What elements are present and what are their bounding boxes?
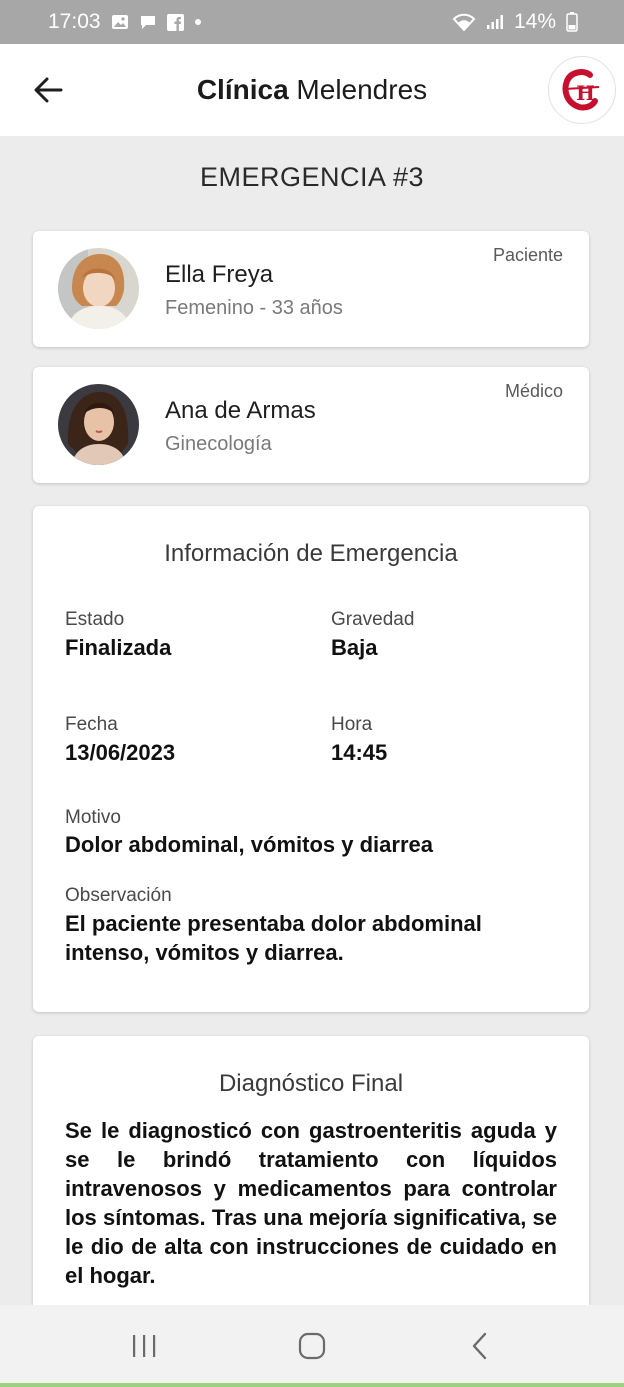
battery-percentage: 14%: [513, 10, 556, 33]
system-navigation-bar: [0, 1305, 624, 1387]
doctor-role-label: Médico: [504, 381, 563, 401]
recent-apps-button[interactable]: [114, 1316, 174, 1376]
fecha-label: Fecha: [65, 714, 118, 735]
battery-charging-icon: [566, 12, 578, 32]
observacion-label: Observación: [65, 885, 172, 906]
diagnosis-title: Diagnóstico Final: [218, 1070, 404, 1097]
more-notifications-dot-icon: [194, 18, 202, 26]
estado-value: Finalizada: [65, 635, 172, 660]
motivo-label: Motivo: [65, 807, 121, 828]
patient-card[interactable]: Ella Freya Femenino - 33 años Paciente: [33, 231, 589, 347]
status-bar-right: 14%: [452, 10, 578, 34]
patient-detail: Femenino - 33 años: [165, 297, 343, 319]
diagnosis-card: Diagnóstico Final Se le diagnosticó con …: [33, 1036, 589, 1336]
motivo-value: Dolor abdominal, vómitos y diarrea: [65, 832, 433, 857]
svg-text:H: H: [576, 81, 595, 105]
app-title-bold: Clínica: [196, 74, 289, 105]
chat-notification-icon: [139, 14, 157, 30]
status-bar: 17:03 14%: [0, 0, 624, 44]
doctor-card[interactable]: Ana de Armas Ginecología Médico: [33, 367, 589, 483]
diagnosis-text: Se le diagnosticó con gastroenteritis ag…: [65, 1118, 557, 1288]
emergency-info-card: Información de Emergencia Estado Finaliz…: [33, 506, 589, 1012]
patient-role-label: Paciente: [492, 245, 563, 265]
signal-icon: [486, 14, 504, 30]
wifi-icon: [452, 13, 476, 31]
bottom-edge-line: [0, 1383, 624, 1387]
chevron-left-icon: [472, 1332, 487, 1360]
facebook-notification-icon: [166, 13, 184, 31]
hora-value: 14:45: [331, 740, 388, 765]
gallery-notification-icon: [111, 14, 129, 30]
system-back-button[interactable]: [450, 1316, 510, 1376]
status-bar-left: 17:03: [48, 10, 202, 34]
home-button[interactable]: [282, 1316, 342, 1376]
observacion-value: El paciente presentaba dolor abdominal i…: [65, 911, 482, 965]
hora-label: Hora: [331, 714, 373, 735]
app-title-regular: Melendres: [296, 74, 428, 105]
gravedad-value: Baja: [331, 635, 378, 660]
estado-label: Estado: [65, 609, 125, 630]
doctor-specialty: Ginecología: [165, 433, 272, 455]
patient-avatar: [58, 248, 139, 329]
status-time: 17:03: [48, 10, 101, 33]
app-title: Clínica Melendres: [0, 74, 624, 106]
doctor-avatar: [58, 384, 139, 465]
emergency-title: EMERGENCIA #3: [199, 162, 425, 192]
recent-apps-icon: [133, 1335, 156, 1357]
gravedad-label: Gravedad: [331, 609, 415, 630]
home-icon: [298, 1332, 326, 1360]
emergency-info-title: Información de Emergencia: [164, 540, 458, 567]
patient-name: Ella Freya: [165, 261, 274, 288]
fecha-value: 13/06/2023: [65, 740, 176, 765]
doctor-name: Ana de Armas: [165, 397, 316, 424]
clinic-logo-icon[interactable]: H: [548, 56, 616, 124]
app-bar: Clínica Melendres H: [0, 44, 624, 136]
